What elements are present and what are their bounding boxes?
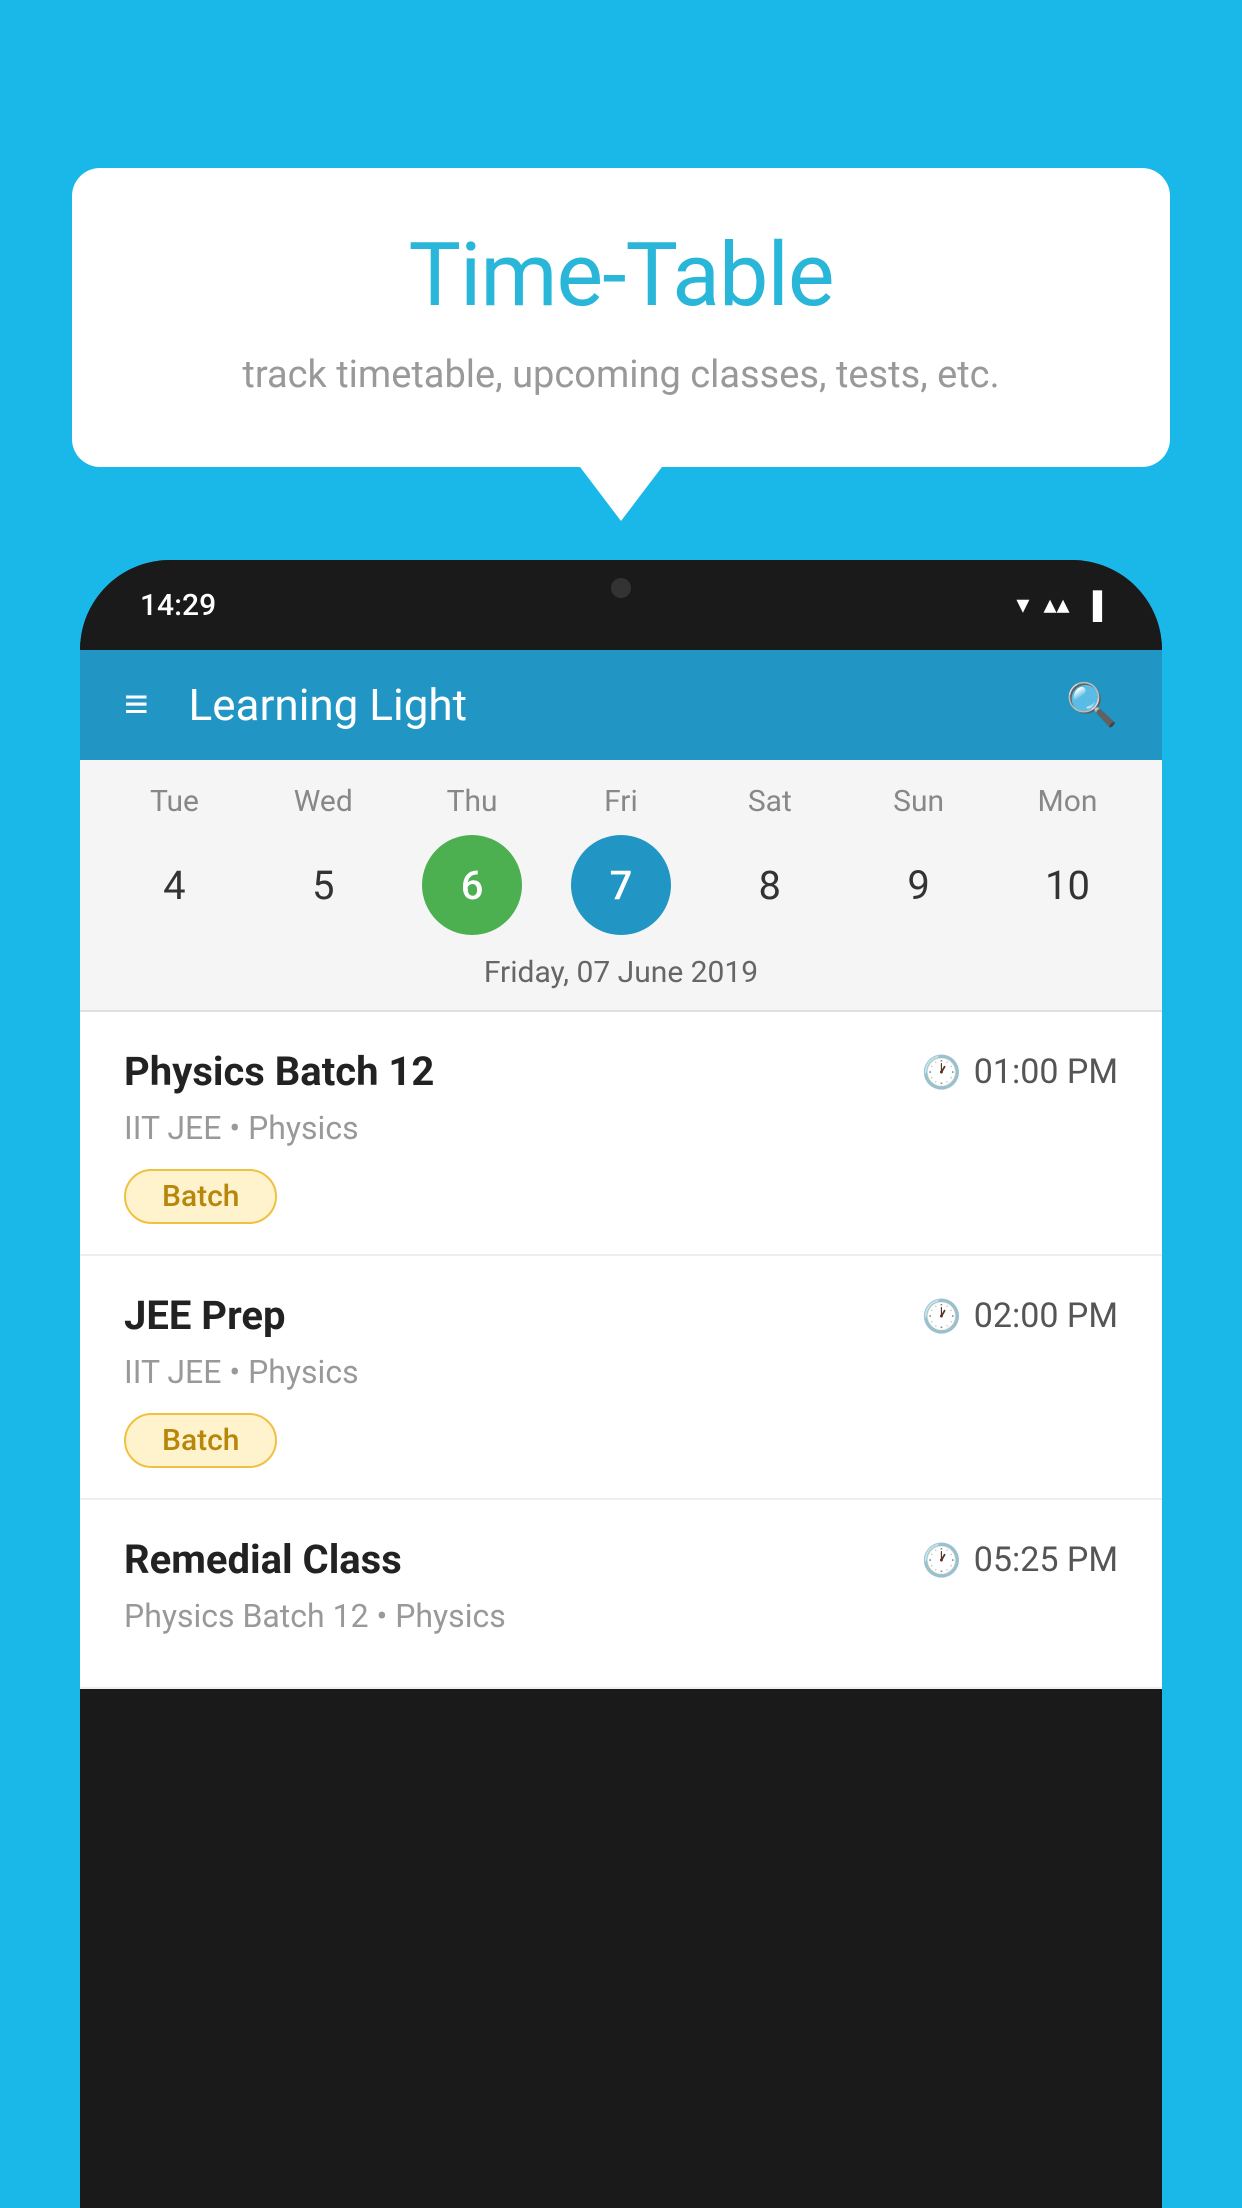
day-num-6[interactable]: 6 — [422, 835, 522, 935]
day-label-fri: Fri — [571, 784, 671, 819]
clock-icon-2: 🕐 — [922, 1541, 962, 1579]
bubble-title: Time-Table — [132, 228, 1110, 325]
day-label-tue: Tue — [124, 784, 224, 819]
day-num-9[interactable]: 9 — [869, 835, 969, 935]
app-bar-title: Learning Light — [189, 679, 1066, 731]
item-time-2: 🕐 05:25 PM — [922, 1540, 1118, 1580]
schedule-item-2[interactable]: Remedial Class 🕐 05:25 PM Physics Batch … — [80, 1500, 1162, 1689]
battery-icon: ▐ — [1084, 590, 1102, 621]
item-time-1: 🕐 02:00 PM — [922, 1296, 1118, 1336]
status-time: 14:29 — [140, 588, 216, 623]
day-label-wed: Wed — [273, 784, 373, 819]
day-num-10[interactable]: 10 — [1017, 835, 1117, 935]
phone-frame: 14:29 ▾ ▴▴ ▐ ≡ Learning Light 🔍 Tue Wed Th… — [80, 560, 1162, 2208]
notch — [551, 560, 691, 616]
item-subtitle-0: IIT JEE • Physics — [124, 1109, 1118, 1147]
day-numbers: 456789 10 — [80, 835, 1162, 935]
item-header-0: Physics Batch 12 🕐 01:00 PM — [124, 1048, 1118, 1095]
batch-tag-0: Batch — [124, 1169, 277, 1224]
day-label-thu: Thu — [422, 784, 522, 819]
item-header-2: Remedial Class 🕐 05:25 PM — [124, 1536, 1118, 1583]
item-title-0: Physics Batch 12 — [124, 1048, 434, 1095]
batch-tag-1: Batch — [124, 1413, 277, 1468]
speech-bubble: Time-Table track timetable, upcoming cla… — [72, 168, 1170, 467]
item-time-0: 🕐 01:00 PM — [922, 1052, 1118, 1092]
clock-icon-1: 🕐 — [922, 1297, 962, 1335]
app-bar: ≡ Learning Light 🔍 — [80, 650, 1162, 760]
wifi-icon: ▾ — [1016, 590, 1029, 620]
status-bar: 14:29 ▾ ▴▴ ▐ — [80, 560, 1162, 650]
bubble-subtitle: track timetable, upcoming classes, tests… — [132, 353, 1110, 397]
day-num-4[interactable]: 4 — [124, 835, 224, 935]
day-headers: Tue Wed Thu Fri Sat Sun Mon — [80, 784, 1162, 819]
status-icons: ▾ ▴▴ ▐ — [1016, 590, 1102, 621]
schedule-item-1[interactable]: JEE Prep 🕐 02:00 PM IIT JEE • Physics Ba… — [80, 1256, 1162, 1500]
day-num-7[interactable]: 7 — [571, 835, 671, 935]
item-subtitle-1: IIT JEE • Physics — [124, 1353, 1118, 1391]
day-label-mon: Mon — [1017, 784, 1117, 819]
day-num-8[interactable]: 8 — [720, 835, 820, 935]
item-title-2: Remedial Class — [124, 1536, 402, 1583]
schedule-item-0[interactable]: Physics Batch 12 🕐 01:00 PM IIT JEE • Ph… — [80, 1012, 1162, 1256]
search-icon[interactable]: 🔍 — [1066, 681, 1118, 730]
camera-dot — [611, 578, 631, 598]
calendar-strip: Tue Wed Thu Fri Sat Sun Mon 456789 10 Friday, 0… — [80, 760, 1162, 1012]
day-label-sat: Sat — [720, 784, 820, 819]
hamburger-icon[interactable]: ≡ — [124, 684, 149, 726]
schedule-list: Physics Batch 12 🕐 01:00 PM IIT JEE • Ph… — [80, 1012, 1162, 1689]
item-header-1: JEE Prep 🕐 02:00 PM — [124, 1292, 1118, 1339]
item-title-1: JEE Prep — [124, 1292, 285, 1339]
signal-icon: ▴▴ — [1043, 590, 1069, 620]
day-label-sun: Sun — [869, 784, 969, 819]
selected-date-label: Friday, 07 June 2019 — [80, 955, 1162, 1010]
item-subtitle-2: Physics Batch 12 • Physics — [124, 1597, 1118, 1635]
day-num-5[interactable]: 5 — [273, 835, 373, 935]
clock-icon-0: 🕐 — [922, 1053, 962, 1091]
